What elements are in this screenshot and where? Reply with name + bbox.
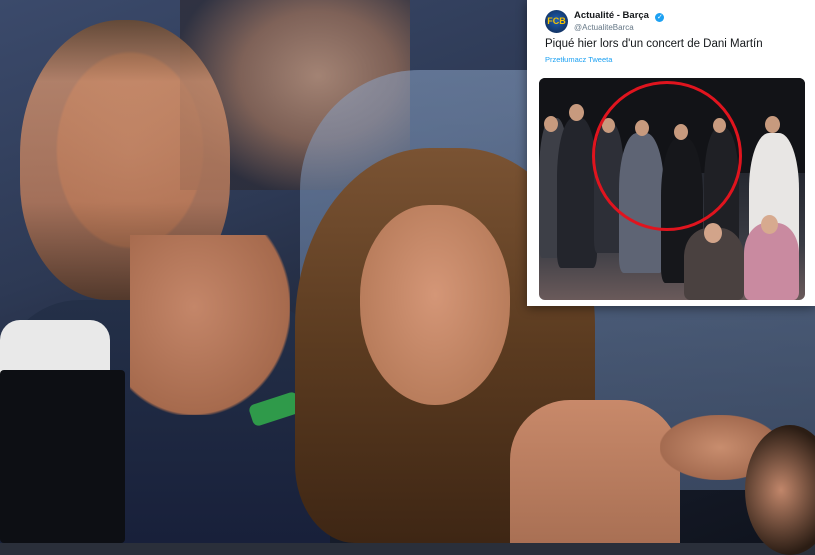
camera-foreground	[0, 370, 125, 543]
avatar-text: FCB	[547, 16, 566, 26]
crowd-person	[744, 223, 799, 300]
tweet-text: Piqué hier lors d'un concert de Dani Mar…	[545, 38, 763, 50]
crowd-person-head	[704, 223, 722, 243]
tweet-header: FCB Actualité - Barça ✓ @ActualiteBarca	[545, 8, 665, 34]
crowd-person-head	[765, 116, 780, 133]
tweet-card[interactable]: FCB Actualité - Barça ✓ @ActualiteBarca …	[527, 0, 815, 306]
verified-badge-icon: ✓	[655, 13, 665, 22]
account-handle[interactable]: @ActualiteBarca	[574, 22, 664, 34]
account-names: Actualité - Barça ✓ @ActualiteBarca	[574, 8, 665, 34]
crowd-person-head	[544, 116, 558, 132]
tweet-image[interactable]	[539, 78, 805, 300]
crowd-person-head	[569, 104, 584, 121]
woman-face	[360, 205, 510, 405]
red-highlight-circle	[592, 81, 742, 231]
crowd-person	[557, 118, 597, 268]
crowd-person-head	[761, 215, 778, 234]
man-left-hand	[130, 235, 290, 415]
translate-tweet-link[interactable]: Przetłumacz Tweeta	[545, 55, 612, 64]
account-avatar[interactable]: FCB	[545, 9, 568, 33]
display-name[interactable]: Actualité - Barça	[574, 10, 649, 21]
woman-shoulder	[510, 400, 680, 543]
